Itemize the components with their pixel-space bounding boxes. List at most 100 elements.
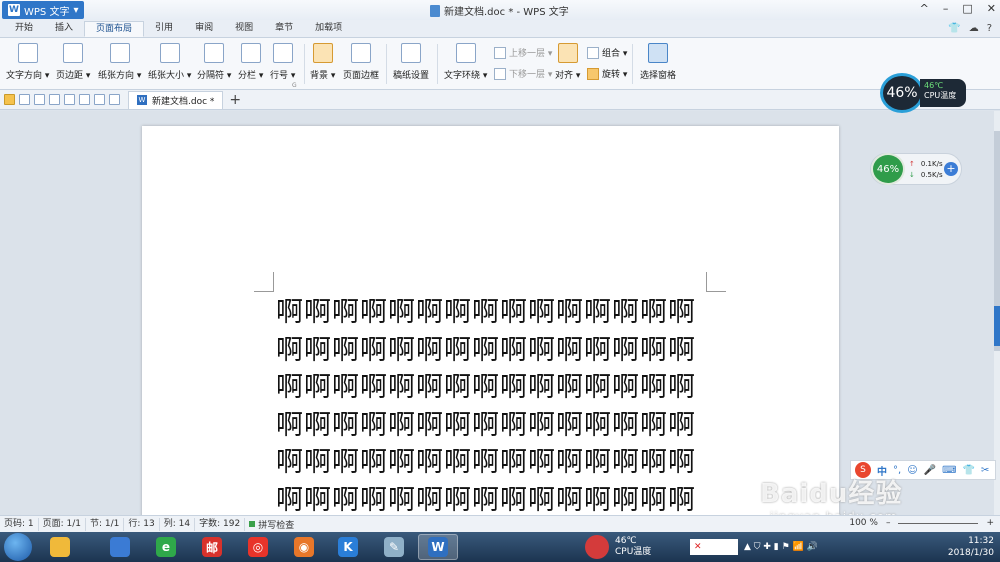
background-button[interactable]: 背景 ▾: [310, 43, 335, 81]
system-clock[interactable]: 11:32 2018/1/30: [936, 535, 994, 559]
app-menu-label: WPS 文字: [24, 6, 70, 18]
selection-pane-button[interactable]: 选择窗格: [640, 43, 676, 81]
cpu-temp-value: 46℃: [924, 81, 944, 90]
taskbar-app-360[interactable]: [40, 534, 80, 560]
close-button[interactable]: ✕: [987, 2, 996, 15]
sogou-logo-icon[interactable]: S: [855, 462, 871, 478]
document-page[interactable]: 啊啊啊啊啊啊啊啊啊啊啊啊啊啊啊啊啊啊啊啊啊啊啊啊啊啊啊啊啊啊啊啊啊啊啊啊啊啊啊啊…: [142, 126, 839, 515]
tray-notification-box[interactable]: ✕: [690, 539, 738, 555]
document-body-text[interactable]: 啊啊啊啊啊啊啊啊啊啊啊啊啊啊啊啊啊啊啊啊啊啊啊啊啊啊啊啊啊啊啊啊啊啊啊啊啊啊啊啊…: [276, 294, 716, 515]
tab-review[interactable]: 审阅: [184, 21, 224, 37]
align-button[interactable]: 对齐 ▾: [555, 43, 580, 81]
manuscript-icon: [401, 43, 421, 63]
taskbar-app-explorer[interactable]: [100, 534, 140, 560]
group-label: 组合 ▾: [602, 49, 628, 59]
redo-icon[interactable]: [94, 94, 105, 105]
line-numbers-button[interactable]: 行号 ▾: [270, 43, 295, 81]
document-tab[interactable]: W 新建文档.doc *: [128, 90, 224, 109]
save-icon[interactable]: [19, 94, 30, 105]
taskbar-app-browser[interactable]: e: [146, 534, 186, 560]
punctuation-icon[interactable]: °,: [893, 465, 901, 476]
microphone-icon[interactable]: 🎤: [924, 465, 936, 476]
breaks-button[interactable]: 分隔符 ▾: [197, 43, 231, 81]
tab-references[interactable]: 引用: [144, 21, 184, 37]
ime-toolbar[interactable]: S 中 °, ☺ 🎤 ⌨ 👕 ✂: [850, 460, 996, 480]
export-pdf-icon[interactable]: [34, 94, 45, 105]
tab-view[interactable]: 视图: [224, 21, 264, 37]
skin-icon[interactable]: 👕: [948, 23, 960, 34]
send-backward-label: 下移一层 ▾: [509, 70, 553, 80]
zoom-slider[interactable]: [898, 522, 979, 524]
network-speed-widget[interactable]: 46% ↑ 0.1K/s ↓ 0.5K/s +: [870, 153, 962, 185]
skin-icon[interactable]: 👕: [963, 465, 975, 476]
taskbar-app-firefox[interactable]: ◉: [284, 534, 324, 560]
status-row: 行: 13: [124, 517, 160, 531]
cloud-icon[interactable]: ☁: [969, 23, 979, 34]
spell-check-toggle[interactable]: 拼写检查: [245, 518, 298, 531]
tab-chapter[interactable]: 章节: [264, 21, 304, 37]
margin-corner-mark: [706, 272, 726, 292]
cpu-monitor-widget[interactable]: 46% 46℃ CPU温度: [880, 73, 968, 113]
manuscript-settings-button[interactable]: 稿纸设置: [393, 43, 429, 81]
tab-page-layout[interactable]: 页面布局: [84, 21, 145, 37]
taskbar-app-wps[interactable]: W: [418, 534, 458, 560]
wrap-text-button[interactable]: 文字环绕 ▾: [444, 43, 487, 81]
orientation-button[interactable]: 纸张方向 ▾: [98, 43, 141, 81]
taskbar-app-mail[interactable]: 邮: [192, 534, 232, 560]
maximize-button[interactable]: □: [962, 2, 972, 15]
boost-button[interactable]: +: [944, 162, 958, 176]
print-icon[interactable]: [49, 94, 60, 105]
text-direction-button[interactable]: 文字方向 ▾: [6, 43, 49, 81]
status-word-count[interactable]: 字数: 192: [195, 517, 246, 531]
help-icon[interactable]: ?: [987, 23, 992, 34]
tab-home[interactable]: 开始: [4, 21, 44, 37]
zoom-in-button[interactable]: +: [986, 518, 994, 528]
ime-language-toggle[interactable]: 中: [877, 463, 887, 478]
emoji-icon[interactable]: ☺: [907, 465, 917, 476]
group-button[interactable]: 组合 ▾: [587, 46, 627, 59]
taskbar-cpu-monitor[interactable]: 46℃ CPU温度: [585, 534, 685, 560]
taskbar-cpu-label: CPU温度: [615, 547, 652, 557]
line-numbers-label: 行号 ▾: [270, 71, 296, 81]
status-pages: 页面: 1/1: [39, 517, 87, 531]
start-button[interactable]: [4, 533, 32, 561]
send-backward-button[interactable]: 下移一层 ▾: [494, 67, 552, 80]
taskbar-app-kugou[interactable]: K: [328, 534, 368, 560]
upload-speed: ↑ 0.1K/s: [909, 160, 943, 168]
undo-icon[interactable]: [79, 94, 90, 105]
cpu-temp-label: CPU温度: [924, 91, 957, 100]
status-page-number[interactable]: 页码: 1: [0, 517, 39, 531]
tray-icons[interactable]: ▲ ⛉ ✚ ▮ ⚑ 📶 🔊: [744, 542, 818, 552]
bring-forward-button[interactable]: 上移一层 ▾: [494, 46, 552, 59]
tab-insert[interactable]: 插入: [44, 21, 84, 37]
group-dialog-launcher[interactable]: G: [292, 82, 297, 89]
keyboard-icon[interactable]: ⌨: [942, 465, 956, 476]
rotate-button[interactable]: 旋转 ▾: [587, 67, 627, 80]
tools-icon[interactable]: ✂: [981, 465, 989, 476]
customize-quick-access-icon[interactable]: [109, 94, 120, 105]
vertical-scrollbar[interactable]: [994, 111, 1000, 515]
browser-icon: e: [156, 537, 176, 557]
zoom-out-button[interactable]: –: [886, 518, 891, 528]
taskbar-app-paint[interactable]: ✎: [374, 534, 414, 560]
background-label: 背景 ▾: [310, 71, 336, 81]
ribbon-divider: [386, 44, 387, 84]
window-controls: ^ – □ ✕: [920, 2, 996, 15]
app-menu-button[interactable]: W WPS 文字 ▾: [2, 1, 85, 19]
taskbar-app-music[interactable]: ◎: [238, 534, 278, 560]
zoom-level[interactable]: 100 %: [849, 518, 878, 528]
tab-addins[interactable]: 加载项: [304, 21, 353, 37]
page-border-button[interactable]: 页面边框: [343, 43, 379, 81]
print-preview-icon[interactable]: [64, 94, 75, 105]
window-title-text: 新建文档.doc * - WPS 文字: [444, 7, 569, 18]
zoom-controls: 100 % – +: [849, 518, 994, 528]
ribbon-collapse-button[interactable]: ^: [920, 2, 929, 15]
document-workspace[interactable]: 啊啊啊啊啊啊啊啊啊啊啊啊啊啊啊啊啊啊啊啊啊啊啊啊啊啊啊啊啊啊啊啊啊啊啊啊啊啊啊啊…: [0, 111, 994, 515]
paper-size-button[interactable]: 纸张大小 ▾: [148, 43, 191, 81]
minimize-button[interactable]: –: [943, 2, 949, 15]
new-tab-button[interactable]: +: [229, 92, 241, 108]
open-folder-icon[interactable]: [4, 94, 15, 105]
background-icon: [312, 43, 333, 63]
columns-button[interactable]: 分栏 ▾: [238, 43, 263, 81]
margins-button[interactable]: 页边距 ▾: [56, 43, 90, 81]
